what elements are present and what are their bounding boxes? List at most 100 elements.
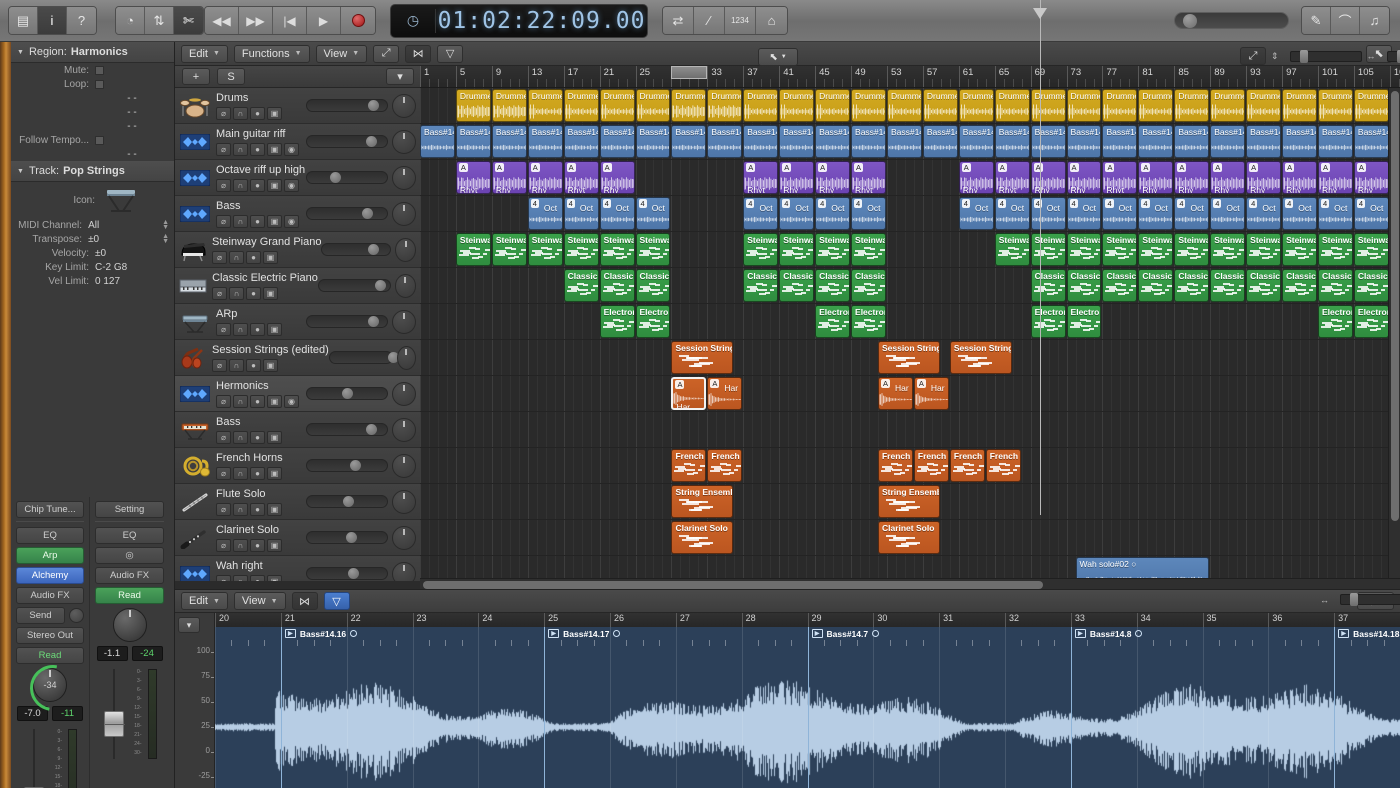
- region[interactable]: 4Oct: [851, 197, 886, 230]
- region[interactable]: AHar: [877, 377, 913, 410]
- add-track-button[interactable]: +: [182, 68, 210, 85]
- region[interactable]: Classic: [1282, 269, 1317, 302]
- region[interactable]: 4Oct: [527, 197, 563, 230]
- region[interactable]: Steinwa: [994, 233, 1030, 266]
- track-record-button[interactable]: ●: [250, 106, 265, 120]
- region[interactable]: Drumme: [1030, 89, 1066, 122]
- track-record-button[interactable]: ●: [250, 502, 265, 516]
- track-solo-button[interactable]: ∩: [229, 286, 245, 300]
- region[interactable]: Drumme: [599, 89, 635, 122]
- track-lane[interactable]: [420, 412, 1400, 448]
- audio-waveform-icon[interactable]: [178, 163, 212, 193]
- track-list[interactable]: Drums ⌀ ∩ ● ▣ Main guitar riff ⌀ ∩ ● ▣ ◉ Octave rif…: [175, 88, 420, 581]
- help-quick-icon[interactable]: ?: [67, 7, 96, 34]
- checkbox[interactable]: [95, 135, 104, 145]
- region[interactable]: Drumme: [563, 89, 599, 122]
- automation-mode-button[interactable]: Read: [95, 587, 164, 604]
- track-mute-button[interactable]: ⌀: [216, 214, 231, 228]
- track-record-button[interactable]: ●: [250, 394, 265, 408]
- region[interactable]: Classic: [1174, 269, 1210, 302]
- region[interactable]: 4Oct: [994, 197, 1030, 230]
- channel-setting-button[interactable]: Setting: [95, 501, 164, 518]
- editor-region[interactable]: ▶ Bass#14.16: [280, 627, 544, 788]
- track-param-row[interactable]: Transpose: ±0 ▲ ▼: [11, 232, 174, 246]
- region[interactable]: Drumme: [1210, 89, 1246, 122]
- editor-region[interactable]: ▶ Bass#14.18: [1334, 627, 1400, 788]
- track-mute-button[interactable]: ⌀: [216, 322, 231, 336]
- region[interactable]: ARhyt: [994, 161, 1030, 194]
- track-name[interactable]: Steinway Grand Piano: [212, 236, 321, 249]
- track-flex-button[interactable]: ◉: [284, 178, 299, 192]
- track-filter-icon[interactable]: ▽: [437, 44, 464, 63]
- region[interactable]: ARhy: [1210, 161, 1246, 194]
- plugin-slot-2[interactable]: Audio FX: [16, 587, 84, 604]
- volume-fader[interactable]: [23, 729, 45, 788]
- region[interactable]: Classic: [779, 269, 815, 302]
- notes-pad-icon[interactable]: ✎: [1302, 7, 1331, 34]
- send-button[interactable]: Send: [16, 607, 65, 624]
- track-row[interactable]: Steinway Grand Piano ⌀ ∩ ● ▣: [175, 232, 420, 268]
- flex-time-icon[interactable]: ⤢: [373, 44, 400, 63]
- plugin-slot-1[interactable]: Audio FX: [95, 567, 164, 584]
- region[interactable]: 4Oct: [563, 197, 599, 230]
- region[interactable]: Steinwa: [779, 233, 815, 266]
- checkbox[interactable]: [95, 65, 104, 75]
- region[interactable]: Classic: [1318, 269, 1353, 302]
- track-row[interactable]: Session Strings (edited) ⌀ ∩ ● ▣: [175, 340, 420, 376]
- track-volume-slider[interactable]: [306, 171, 388, 184]
- lcd-display[interactable]: ◷ 01:02:22:09.00: [390, 3, 648, 38]
- region[interactable]: ARhy: [1246, 161, 1282, 194]
- loop-browser-icon[interactable]: ⌒: [1331, 7, 1360, 34]
- region[interactable]: Bass#14: [1102, 125, 1138, 158]
- region[interactable]: Drumme: [886, 89, 922, 122]
- track-name[interactable]: Flute Solo: [216, 488, 306, 501]
- region[interactable]: Drumme: [707, 89, 743, 122]
- flute-icon[interactable]: [178, 487, 212, 517]
- play-icon[interactable]: ▶: [284, 629, 296, 638]
- region[interactable]: Electror: [815, 305, 851, 338]
- region[interactable]: Drumme: [743, 89, 779, 122]
- region[interactable]: Steinwa: [743, 233, 779, 266]
- track-solo-button[interactable]: ∩: [233, 322, 248, 336]
- region[interactable]: String Ensemble: [877, 485, 940, 518]
- track-record-button[interactable]: ●: [250, 574, 265, 581]
- loop-icon[interactable]: [872, 630, 880, 637]
- region[interactable]: Steinwa: [1102, 233, 1138, 266]
- region[interactable]: ARhy: [1318, 161, 1353, 194]
- region[interactable]: Bass#14: [527, 125, 563, 158]
- region[interactable]: Bass#14: [1210, 125, 1246, 158]
- region[interactable]: Session Strings: [877, 341, 940, 374]
- region[interactable]: Bass#14: [455, 125, 491, 158]
- region[interactable]: Classic: [851, 269, 886, 302]
- region[interactable]: Classic: [815, 269, 851, 302]
- go-to-beginning-button[interactable]: |◀: [273, 7, 307, 34]
- region[interactable]: 4Oct: [1318, 197, 1353, 230]
- metronome-icon[interactable]: ⌂: [756, 7, 787, 34]
- editor-region[interactable]: ▶ Bass#14.8: [1070, 627, 1334, 788]
- region[interactable]: French: [985, 449, 1021, 482]
- media-browser-icon[interactable]: ♫: [1360, 7, 1389, 34]
- loop-icon[interactable]: [613, 630, 621, 637]
- track-row[interactable]: Bass ⌀ ∩ ● ▣ ◉: [175, 196, 420, 232]
- region[interactable]: Electror: [851, 305, 886, 338]
- vertical-zoom-slider[interactable]: [1289, 49, 1362, 63]
- track-mute-button[interactable]: ⌀: [212, 358, 227, 372]
- track-record-button[interactable]: ●: [250, 214, 265, 228]
- region-param-value[interactable]: [95, 65, 169, 75]
- track-input-button[interactable]: ▣: [267, 322, 282, 336]
- region[interactable]: French: [671, 449, 707, 482]
- region[interactable]: Electror: [1353, 305, 1389, 338]
- region[interactable]: Drumme: [1138, 89, 1174, 122]
- track-volume-slider[interactable]: [306, 387, 388, 400]
- region[interactable]: Drumme: [1174, 89, 1210, 122]
- region[interactable]: ARhy: [1138, 161, 1174, 194]
- track-record-button[interactable]: ●: [246, 250, 261, 264]
- region[interactable]: Steinwa: [1066, 233, 1102, 266]
- region[interactable]: French: [949, 449, 985, 482]
- region[interactable]: AHar: [913, 377, 949, 410]
- region[interactable]: 4Oct: [1102, 197, 1138, 230]
- region[interactable]: Drumme: [1246, 89, 1282, 122]
- region[interactable]: Steinwa: [1138, 233, 1174, 266]
- track-solo-button[interactable]: ∩: [233, 106, 248, 120]
- track-config-button[interactable]: ▾: [386, 68, 414, 85]
